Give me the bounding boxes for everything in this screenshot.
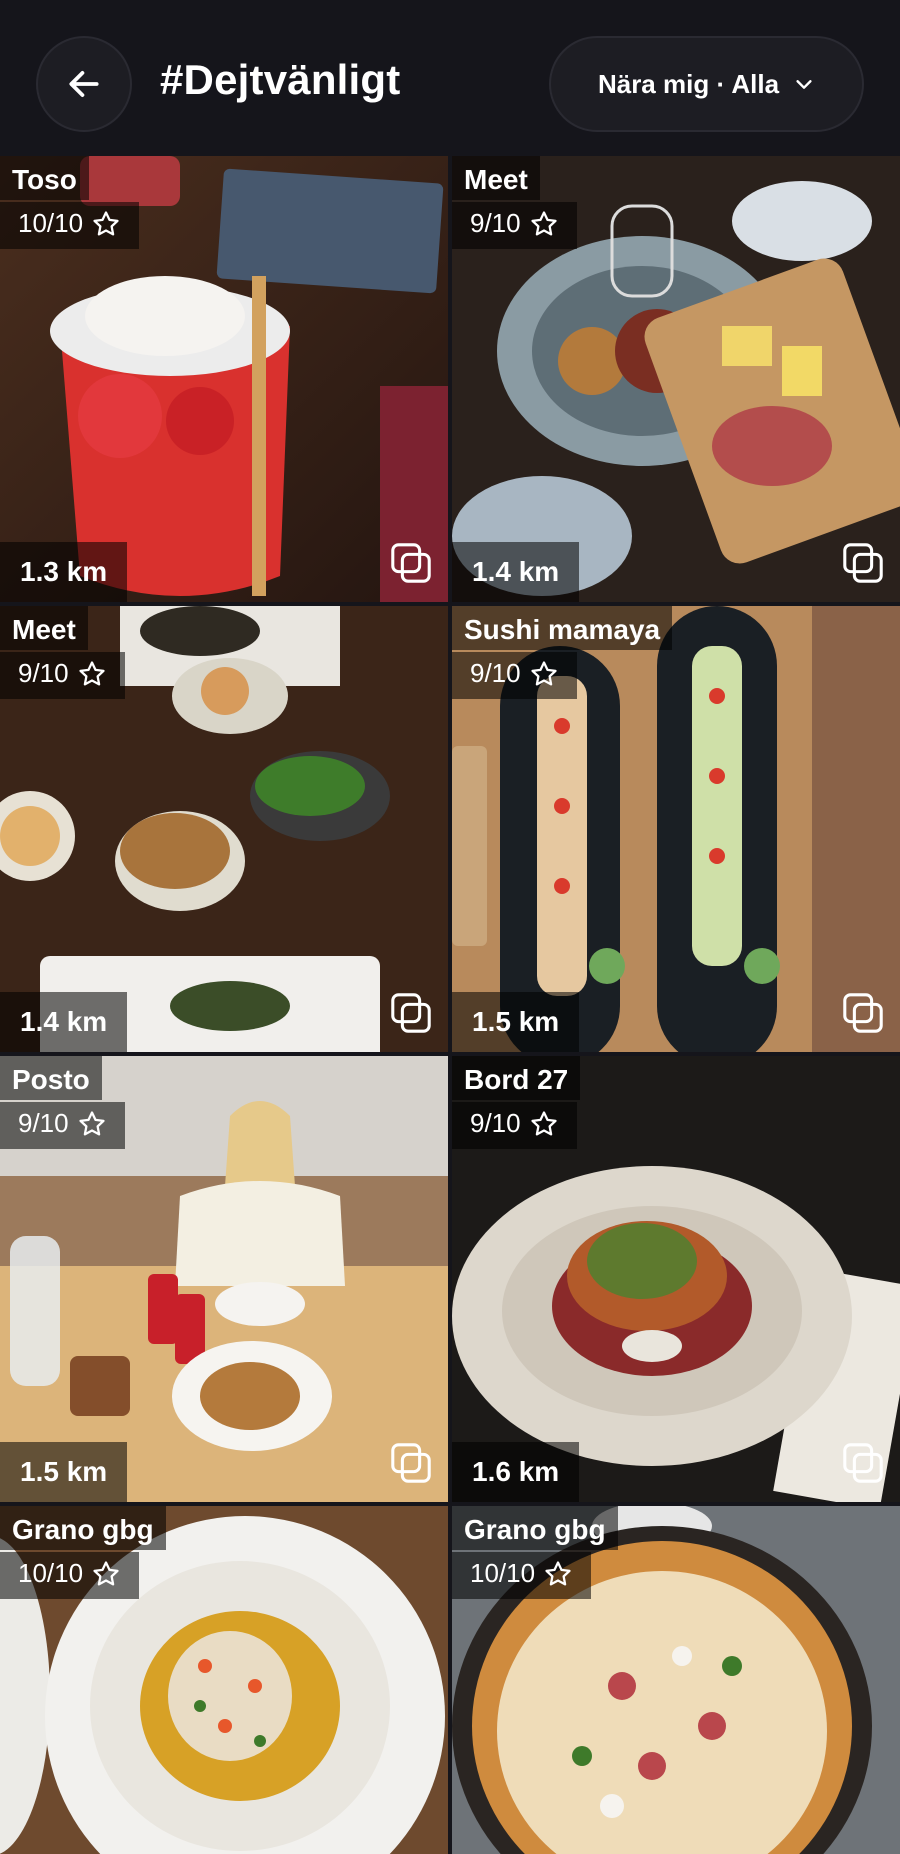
multiple-images-icon: [843, 543, 883, 583]
rating-badge: 9/10: [452, 202, 577, 249]
chevron-down-icon: [796, 80, 812, 89]
rating-badge: 9/10: [452, 652, 577, 699]
restaurant-tile[interactable]: Bord 27 9/10 1.6 km: [452, 1056, 900, 1502]
location-filter-dropdown[interactable]: Nära mig · Alla: [549, 36, 864, 132]
restaurant-tile[interactable]: Meet 9/10 1.4 km: [0, 606, 448, 1052]
star-icon: [93, 210, 119, 235]
rating-badge: 10/10: [0, 202, 140, 249]
multiple-images-icon: [843, 993, 883, 1033]
star-icon: [545, 1560, 571, 1585]
multiple-images-icon: [843, 1443, 883, 1483]
rating-value: 10/10: [18, 1558, 84, 1588]
star-icon: [530, 660, 557, 685]
back-button[interactable]: [36, 36, 132, 132]
restaurant-name: Meet: [452, 156, 540, 200]
restaurant-name: Bord 27: [452, 1056, 581, 1100]
restaurant-name: Grano gbg: [452, 1506, 618, 1550]
distance-badge: 1.4 km: [452, 542, 580, 602]
restaurant-tile[interactable]: Toso 10/10 1.3 km: [0, 156, 448, 602]
star-icon: [93, 1560, 119, 1585]
distance-badge: 1.5 km: [0, 1442, 128, 1502]
star-icon: [78, 660, 105, 685]
rating-value: 10/10: [470, 1558, 536, 1588]
star-icon: [530, 210, 557, 235]
restaurant-name: Posto: [0, 1056, 102, 1100]
rating-value: 9/10: [470, 658, 521, 688]
restaurant-tile[interactable]: Grano gbg 10/10: [452, 1506, 900, 1854]
rating-badge: 9/10: [452, 1102, 577, 1149]
distance-badge: 1.4 km: [0, 992, 128, 1052]
rating-value: 9/10: [470, 208, 521, 238]
restaurant-tile[interactable]: Meet 9/10 1.4 km: [452, 156, 900, 602]
star-icon: [78, 1110, 105, 1135]
rating-value: 10/10: [18, 208, 84, 238]
rating-badge: 9/10: [0, 1102, 125, 1149]
arrow-left-icon: [69, 71, 99, 97]
rating-badge: 10/10: [452, 1552, 592, 1599]
multiple-images-icon: [391, 1443, 431, 1483]
rating-badge: 9/10: [0, 652, 125, 699]
restaurant-tile[interactable]: Sushi mamaya 9/10 1.5 km: [452, 606, 900, 1052]
distance-badge: 1.3 km: [0, 542, 128, 602]
restaurant-tile[interactable]: Posto 9/10 1.5 km: [0, 1056, 448, 1502]
restaurant-tile[interactable]: Grano gbg 10/10: [0, 1506, 448, 1854]
distance-badge: 1.6 km: [452, 1442, 580, 1502]
restaurant-name: Meet: [0, 606, 88, 650]
restaurant-name: Grano gbg: [0, 1506, 166, 1550]
top-bar: #Dejtvänligt Nära mig · Alla: [0, 0, 900, 156]
star-icon: [530, 1110, 557, 1135]
restaurant-name: Toso: [0, 156, 89, 200]
restaurant-name: Sushi mamaya: [452, 606, 673, 650]
distance-badge: 1.5 km: [452, 992, 580, 1052]
page-title: #Dejtvänligt: [160, 56, 401, 103]
filter-label: Nära mig · Alla: [597, 68, 780, 99]
rating-badge: 10/10: [0, 1552, 140, 1599]
rating-value: 9/10: [470, 1108, 521, 1138]
multiple-images-icon: [391, 993, 431, 1033]
rating-value: 9/10: [18, 658, 69, 688]
rating-value: 9/10: [18, 1108, 69, 1138]
multiple-images-icon: [391, 543, 431, 583]
